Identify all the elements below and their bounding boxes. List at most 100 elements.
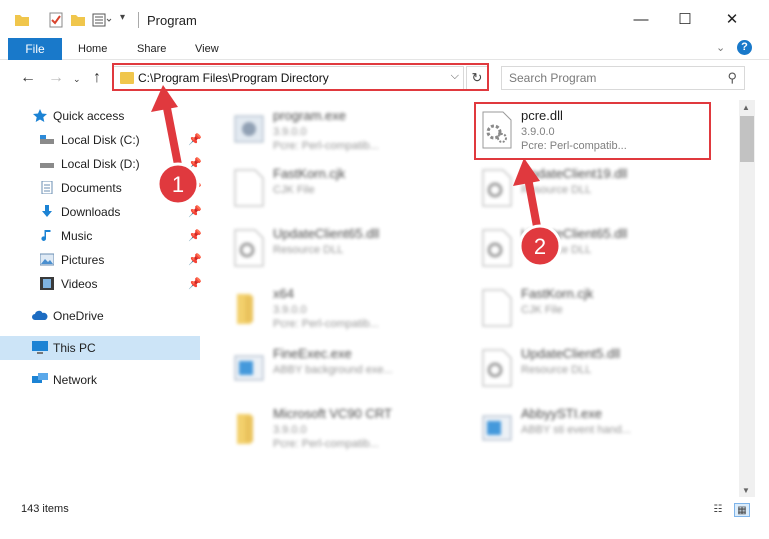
tab-file[interactable]: File [8, 38, 62, 60]
ribbon: File Home Share View ⌄ ? [0, 38, 769, 60]
file-type: Resource DLL [521, 184, 592, 196]
sidebar-item-local-disk-c[interactable]: Local Disk (C:) 📌 [0, 128, 202, 152]
sidebar-item-label: Local Disk (C:) [61, 133, 140, 147]
minimize-button[interactable]: — [626, 8, 656, 32]
help-icon[interactable]: ? [737, 40, 752, 55]
properties-icon[interactable] [48, 12, 64, 31]
file-name: program.exe [273, 108, 346, 123]
sidebar-item-label: Videos [61, 277, 98, 291]
scroll-up-icon[interactable]: ▲ [742, 103, 750, 112]
file-item-microsoft-vc90-crt[interactable]: Microsoft VC90 CRT 3.9.0.0 Pcre: Perl-co… [227, 400, 471, 458]
vertical-scrollbar[interactable]: ▲ ▼ [739, 100, 755, 497]
cloud-icon [32, 309, 48, 322]
file-item-fastkorn-cjk-2[interactable]: FastKorn.cjk CJK File [475, 280, 719, 338]
drive-icon [40, 157, 54, 170]
search-input[interactable]: Search Program ⚲ [501, 66, 745, 90]
exe-icon [481, 408, 513, 448]
sidebar-item-label: Music [61, 229, 93, 243]
file-name: UpdateClient65.dll [273, 226, 380, 241]
view-options-icon[interactable] [92, 12, 112, 31]
file-item-updateclient65-dll[interactable]: UpdateClient65.dll Resource DLL [227, 220, 471, 278]
file-description: Pcre: Perl-compatib... [273, 318, 379, 330]
sidebar-item-music[interactable]: Music 📌 [0, 224, 202, 248]
network-icon [32, 373, 48, 386]
documents-icon [40, 180, 54, 195]
pin-icon[interactable]: 📌 [188, 229, 202, 242]
window-title: Program [147, 13, 197, 28]
file-item-fineexec-exe[interactable]: FineExec.exe ABBY background exe... [227, 340, 471, 398]
new-folder-icon[interactable] [70, 12, 86, 31]
details-view-icon[interactable]: ☷ [710, 503, 726, 517]
sidebar-item-quick-access[interactable]: Quick access [0, 104, 200, 128]
recent-locations-icon[interactable]: ⌄ [73, 74, 81, 85]
file-item-abbyysti-exe[interactable]: AbbyySTI.exe ABBY sti event hand... [475, 400, 719, 458]
dll-icon [481, 348, 513, 388]
sidebar-item-onedrive[interactable]: OneDrive [0, 304, 200, 328]
search-placeholder: Search Program [509, 71, 597, 85]
sidebar-item-videos[interactable]: Videos 📌 [0, 272, 202, 296]
file-version: 3.9.0.0 [273, 424, 307, 436]
sidebar-item-label: Local Disk (D:) [61, 157, 140, 171]
file-name: FineExec.exe [273, 346, 352, 361]
videos-icon [40, 277, 54, 290]
file-item-updateclient65-dll-2[interactable]: UpdateClient65.dll Resource DLL [475, 220, 719, 278]
dll-icon [481, 168, 513, 208]
sidebar-item-label: Network [53, 373, 98, 387]
sidebar-item-this-pc[interactable]: This PC [0, 336, 200, 360]
file-item-updateclient5-dll[interactable]: UpdateClient5.dll Resource DLL [475, 340, 719, 398]
pin-icon[interactable]: 📌 [188, 133, 202, 146]
file-description: Pcre: Perl-compatib... [273, 438, 379, 450]
file-type: Resource DLL [521, 364, 592, 376]
large-icons-view-icon[interactable]: ▦ [734, 503, 750, 517]
sidebar-item-label: Quick access [53, 109, 125, 123]
download-icon [40, 205, 54, 218]
file-item-fastkorn-cjk[interactable]: FastKorn.cjk CJK File [227, 160, 471, 218]
folder-icon [233, 408, 265, 448]
file-description: Pcre: Perl-compatib... [273, 140, 379, 152]
back-arrow-icon[interactable]: ← [20, 69, 36, 87]
file-name: UpdateClient65.dll [521, 226, 628, 241]
drive-icon [40, 133, 54, 146]
file-name: UpdateClient19.dll [521, 166, 628, 181]
expand-ribbon-icon[interactable]: ⌄ [716, 41, 725, 54]
sidebar-item-documents[interactable]: Documents 📌 [0, 176, 202, 200]
pictures-icon [39, 253, 55, 266]
sidebar-item-downloads[interactable]: Downloads 📌 [0, 200, 202, 224]
tab-view[interactable]: View [195, 38, 219, 60]
dll-icon [233, 228, 265, 268]
file-item-updateclient19-dll[interactable]: UpdateClient19.dll Resource DLL [475, 160, 719, 218]
up-arrow-icon[interactable]: ↑ [93, 69, 101, 87]
pin-icon[interactable]: 📌 [188, 205, 202, 218]
pin-icon[interactable]: 📌 [188, 181, 202, 194]
file-description: ABBY background exe... [273, 364, 393, 376]
pin-icon[interactable]: 📌 [188, 253, 202, 266]
file-icon [481, 288, 513, 328]
folder-icon[interactable] [14, 12, 30, 31]
item-count: 143 items [21, 503, 69, 515]
pin-icon[interactable]: 📌 [188, 277, 202, 290]
maximize-button[interactable]: ☐ [670, 8, 700, 32]
sidebar-item-pictures[interactable]: Pictures 📌 [0, 248, 202, 272]
file-name: FastKorn.cjk [521, 286, 594, 301]
sidebar-item-local-disk-d[interactable]: Local Disk (D:) 📌 [0, 152, 202, 176]
sidebar-item-label: Documents [61, 181, 122, 195]
tab-share[interactable]: Share [137, 38, 166, 60]
file-item-x64[interactable]: x64 3.9.0.0 Pcre: Perl-compatib... [227, 280, 471, 338]
file-icon [233, 168, 265, 208]
file-type: Resource DLL [273, 244, 344, 256]
scrollbar-thumb[interactable] [740, 116, 754, 162]
folder-icon [233, 288, 265, 328]
pin-icon[interactable]: 📌 [188, 157, 202, 170]
forward-arrow-icon[interactable]: → [48, 69, 64, 87]
sidebar-item-label: Pictures [61, 253, 105, 267]
file-item-program-exe[interactable]: program.exe 3.9.0.0 Pcre: Perl-compatib.… [227, 102, 471, 160]
close-button[interactable]: ✕ [717, 8, 747, 32]
search-icon: ⚲ [727, 70, 737, 85]
tab-home[interactable]: Home [78, 38, 107, 60]
scroll-down-icon[interactable]: ▼ [742, 486, 750, 495]
sidebar-item-label: This PC [53, 341, 96, 355]
sidebar-item-network[interactable]: Network [0, 368, 200, 392]
title-bar: ▾ Program — ☐ ✕ [0, 0, 769, 38]
file-type: CJK File [273, 184, 315, 196]
customize-quick-access-icon[interactable]: ▾ [120, 12, 125, 23]
